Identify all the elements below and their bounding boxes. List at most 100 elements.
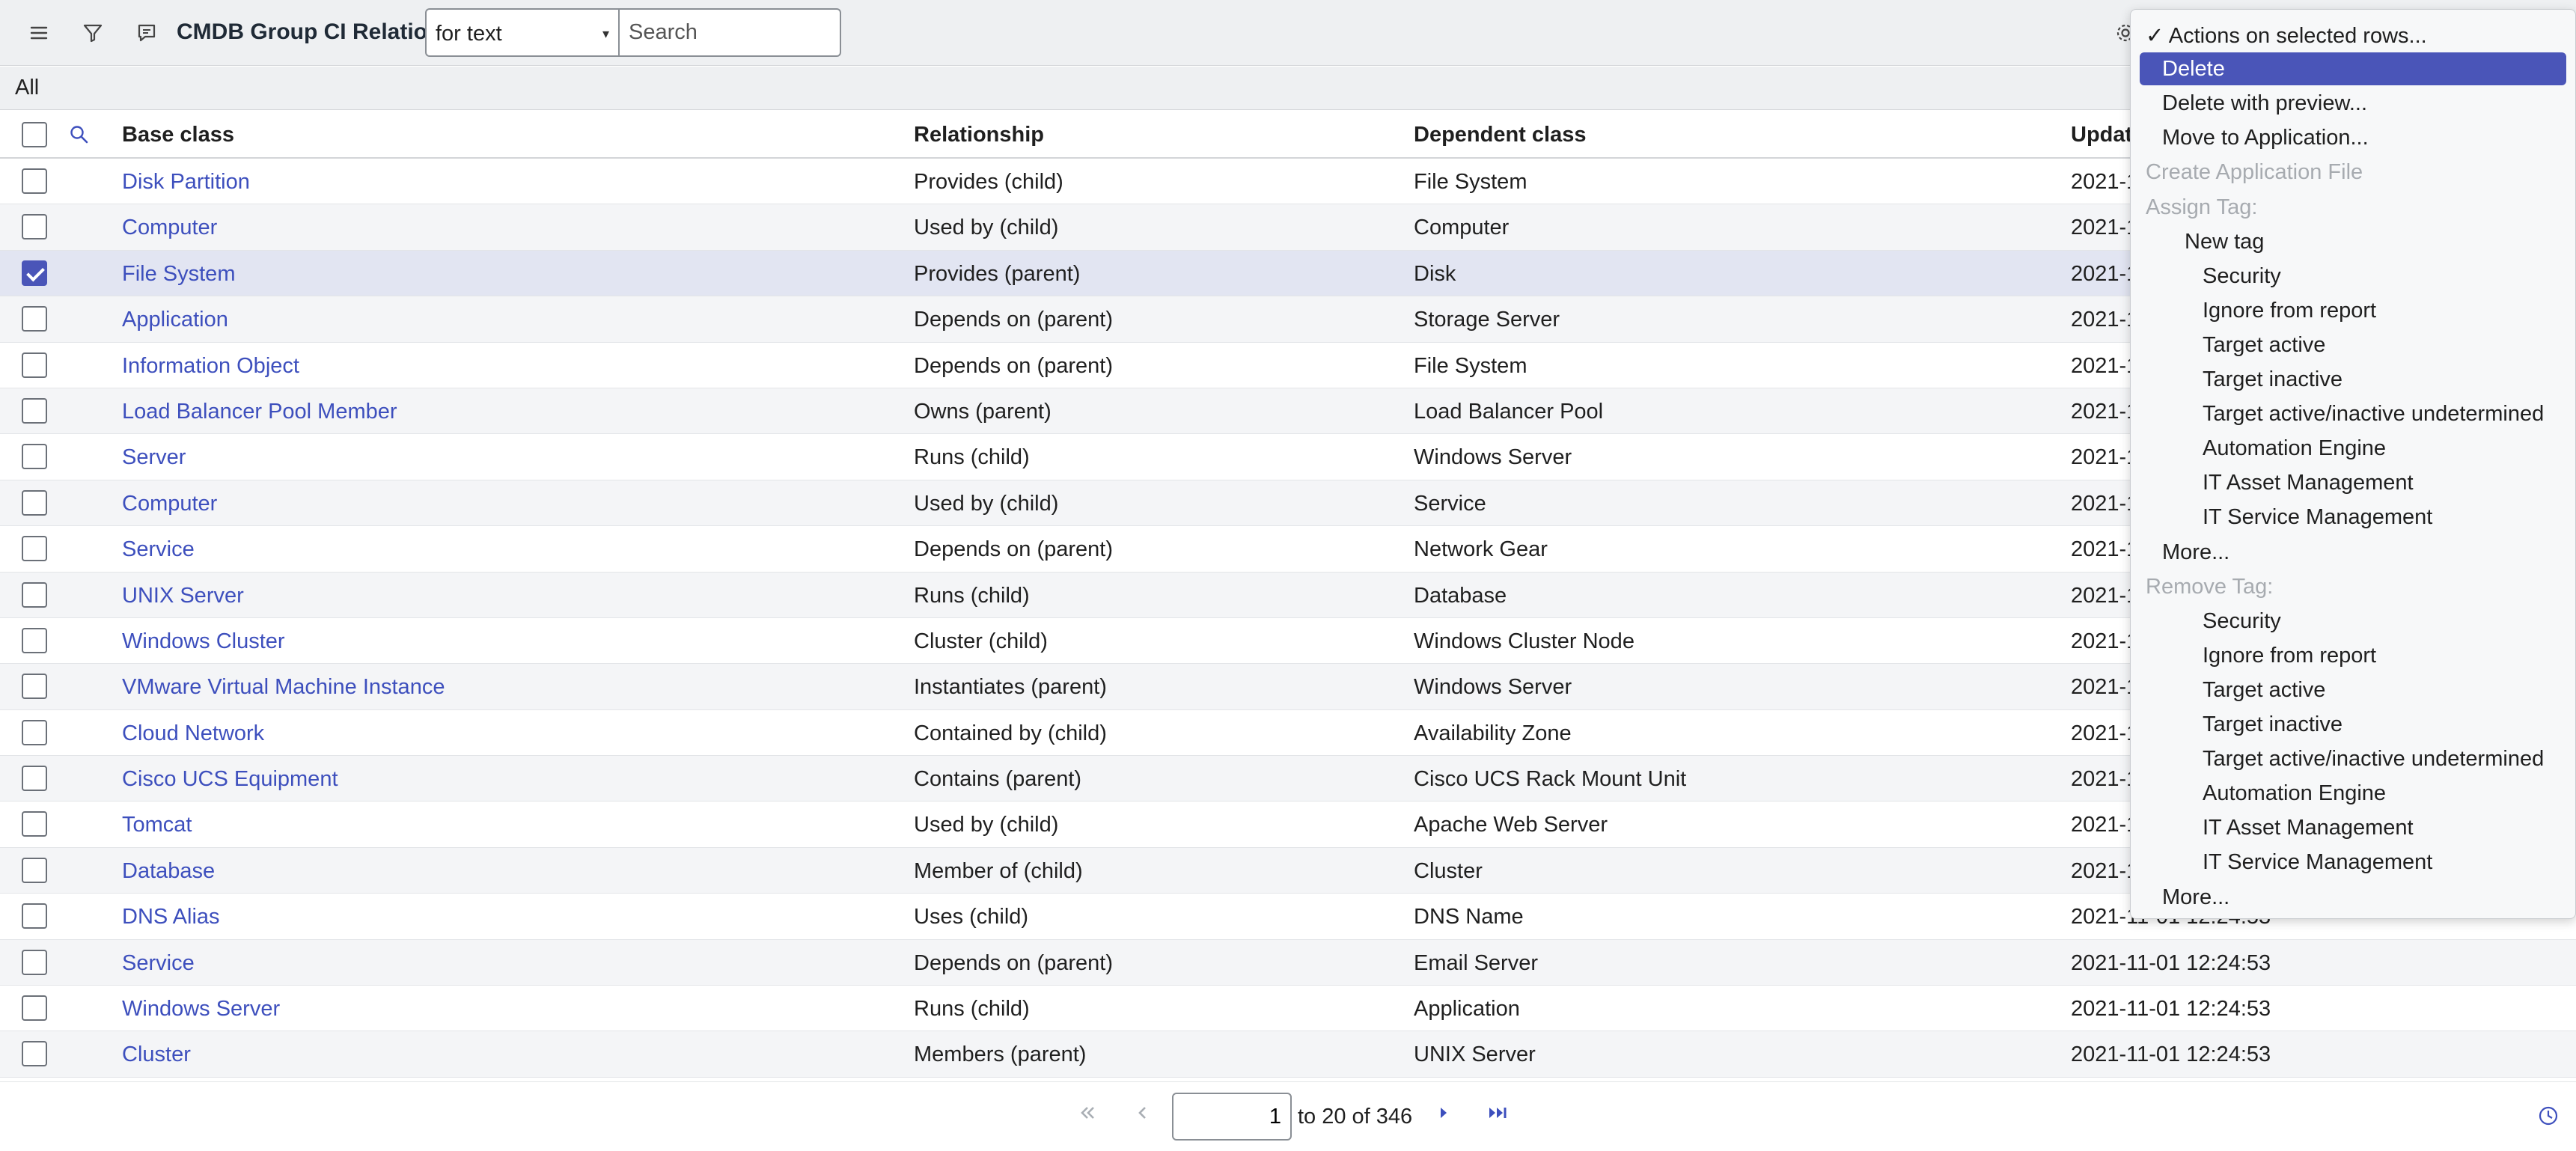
menu-item[interactable]: IT Asset Management: [2203, 471, 2414, 495]
dependent-class-cell: Cisco UCS Rack Mount Unit: [1414, 767, 1687, 792]
menu-item[interactable]: Delete: [2140, 52, 2566, 86]
row-checkbox[interactable]: [22, 1041, 47, 1067]
page-number-input[interactable]: [1172, 1093, 1292, 1141]
base-class-link[interactable]: Cloud Network: [122, 721, 264, 746]
last-page-icon[interactable]: [1485, 1102, 1510, 1129]
menu-item[interactable]: Target active: [2203, 678, 2325, 703]
updated-cell: 2021-1: [2071, 491, 2139, 516]
base-class-link[interactable]: Database: [122, 859, 215, 884]
base-class-link[interactable]: Cisco UCS Equipment: [122, 767, 338, 792]
menu-item[interactable]: IT Service Management: [2203, 850, 2432, 875]
relationship-cell: Members (parent): [914, 1042, 1087, 1067]
prev-page-icon[interactable]: [1132, 1102, 1154, 1129]
row-checkbox[interactable]: [22, 719, 47, 745]
base-class-link[interactable]: VMware Virtual Machine Instance: [122, 675, 445, 700]
base-class-link[interactable]: Application: [122, 308, 228, 332]
menu-item[interactable]: Security: [2203, 609, 2281, 634]
search-field-select[interactable]: for text ▾: [425, 8, 618, 57]
menu-item: Create Application File: [2146, 160, 2363, 185]
row-checkbox[interactable]: [22, 581, 47, 608]
breadcrumb-all[interactable]: All: [15, 76, 39, 100]
row-checkbox[interactable]: [22, 352, 47, 378]
menu-item[interactable]: IT Service Management: [2203, 505, 2432, 530]
row-checkbox[interactable]: [22, 260, 47, 286]
page-title: CMDB Group CI Relations: [177, 19, 454, 44]
base-class-link[interactable]: Cluster: [122, 1042, 191, 1067]
menu-item[interactable]: Target active/inactive undetermined: [2203, 747, 2544, 772]
updated-cell: 2021-1: [2071, 858, 2139, 883]
comment-icon[interactable]: [130, 16, 163, 49]
relationship-cell: Depends on (parent): [914, 950, 1113, 975]
menu-item[interactable]: Target inactive: [2203, 712, 2342, 737]
base-class-link[interactable]: Service: [122, 537, 195, 562]
base-class-link[interactable]: DNS Alias: [122, 905, 220, 929]
row-checkbox[interactable]: [22, 766, 47, 792]
menu-item[interactable]: IT Asset Management: [2203, 816, 2414, 840]
dependent-class-cell: Apache Web Server: [1414, 813, 1608, 837]
menu-item[interactable]: Delete with preview...: [2162, 91, 2367, 116]
first-page-icon[interactable]: [1076, 1102, 1099, 1129]
select-all-checkbox[interactable]: [22, 122, 47, 147]
column-header-base-class[interactable]: Base class: [122, 123, 234, 147]
search-input[interactable]: [618, 8, 841, 57]
row-checkbox[interactable]: [22, 397, 47, 424]
updated-cell: 2021-1: [2071, 261, 2139, 286]
base-class-link[interactable]: Tomcat: [122, 813, 192, 837]
menu-item[interactable]: More...: [2162, 540, 2229, 565]
base-class-link[interactable]: Server: [122, 445, 186, 470]
next-page-icon[interactable]: [1432, 1102, 1455, 1129]
relationship-cell: Owns (parent): [914, 399, 1052, 424]
column-header-relationship[interactable]: Relationship: [914, 123, 1044, 147]
base-class-link[interactable]: Information Object: [122, 354, 299, 379]
menu-item[interactable]: Ignore from report: [2203, 644, 2376, 668]
base-class-link[interactable]: Computer: [122, 216, 217, 240]
menu-item[interactable]: Security: [2203, 264, 2281, 289]
row-checkbox[interactable]: [22, 536, 47, 562]
dependent-class-cell: File System: [1414, 353, 1527, 378]
row-checkbox[interactable]: [22, 995, 47, 1022]
base-class-link[interactable]: Load Balancer Pool Member: [122, 400, 397, 424]
menu-item: Remove Tag:: [2146, 574, 2274, 599]
clock-icon[interactable]: [2537, 1105, 2560, 1127]
table-row[interactable]: Windows Server Runs (child) Application 202…: [0, 986, 2576, 1032]
menu-item[interactable]: More...: [2162, 885, 2229, 910]
menu-item[interactable]: Automation Engine: [2203, 781, 2386, 806]
table-row[interactable]: Cluster Members (parent) UNIX Server 2021-1…: [0, 1031, 2576, 1078]
hamburger-icon[interactable]: [22, 16, 55, 49]
row-checkbox[interactable]: [22, 674, 47, 700]
row-checkbox[interactable]: [22, 489, 47, 516]
menu-item[interactable]: Move to Application...: [2162, 126, 2369, 150]
row-checkbox[interactable]: [22, 444, 47, 470]
relationship-cell: Runs (child): [914, 583, 1030, 608]
row-checkbox[interactable]: [22, 168, 47, 194]
base-class-link[interactable]: Windows Server: [122, 997, 280, 1022]
menu-item[interactable]: Automation Engine: [2203, 436, 2386, 461]
row-checkbox[interactable]: [22, 811, 47, 837]
row-checkbox[interactable]: [22, 306, 47, 332]
base-class-link[interactable]: Service: [122, 951, 195, 976]
menu-item[interactable]: Target active/inactive undetermined: [2203, 402, 2544, 427]
search-icon[interactable]: [63, 118, 96, 151]
updated-cell: 2021-11-01 12:24:53: [2071, 997, 2271, 1022]
updated-cell: 2021-1: [2071, 353, 2139, 378]
base-class-link[interactable]: Disk Partition: [122, 170, 250, 195]
table-row[interactable]: Service Depends on (parent) Email Server 20…: [0, 939, 2576, 986]
row-checkbox[interactable]: [22, 214, 47, 240]
column-header-dependent-class[interactable]: Dependent class: [1414, 123, 1586, 147]
base-class-link[interactable]: File System: [122, 262, 235, 287]
menu-item[interactable]: New tag: [2185, 230, 2264, 254]
base-class-link[interactable]: Computer: [122, 492, 217, 516]
menu-item[interactable]: Ignore from report: [2203, 299, 2376, 323]
menu-item[interactable]: Target inactive: [2203, 367, 2342, 392]
row-checkbox[interactable]: [22, 627, 47, 653]
row-checkbox[interactable]: [22, 949, 47, 975]
base-class-link[interactable]: UNIX Server: [122, 584, 244, 608]
updated-cell: 2021-1: [2071, 399, 2139, 424]
base-class-link[interactable]: Windows Cluster: [122, 629, 285, 654]
row-checkbox[interactable]: [22, 903, 47, 929]
relationship-cell: Contained by (child): [914, 721, 1107, 745]
filter-icon[interactable]: [76, 16, 109, 49]
menu-item[interactable]: ✓ Actions on selected rows...: [2146, 22, 2427, 49]
menu-item[interactable]: Target active: [2203, 333, 2325, 358]
row-checkbox[interactable]: [22, 857, 47, 883]
